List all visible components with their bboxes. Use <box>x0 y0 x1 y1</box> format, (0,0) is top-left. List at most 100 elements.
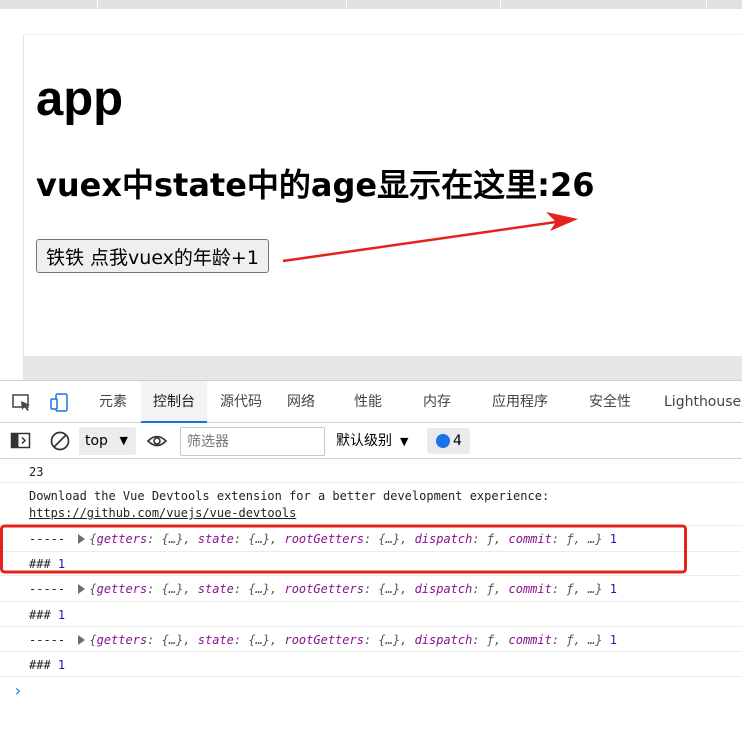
log-number: 1 <box>609 582 617 596</box>
chevron-down-icon: ▼ <box>119 434 128 447</box>
viewport-ruler <box>0 0 742 9</box>
log-prefix: ----- <box>29 582 66 596</box>
hash-log-entry: ### 1 <box>29 658 65 672</box>
console-output: 23 Download the Vue Devtools extension f… <box>0 459 742 734</box>
tab-console[interactable]: 控制台 <box>141 381 207 423</box>
expand-triangle-icon[interactable] <box>78 584 86 594</box>
obj-brace: …} <box>588 633 603 647</box>
log-prefix: ### <box>29 557 51 571</box>
devtools-tab-bar: 元素 控制台 源代码 网络 性能 内存 应用程序 安全性 Lighthouse <box>0 380 742 423</box>
message-count: 4 <box>453 433 462 449</box>
context-value: top <box>85 433 108 449</box>
log-number: 1 <box>609 532 617 546</box>
live-expression-eye-icon[interactable] <box>146 431 168 455</box>
message-bubble-icon <box>436 434 450 448</box>
console-toolbar: top ▼ 默认级别 ▼ 4 <box>0 423 742 459</box>
obj-key: dispatch <box>414 582 473 596</box>
context-select[interactable]: top ▼ <box>79 427 136 455</box>
log-number: 1 <box>57 557 66 571</box>
obj-key: state <box>197 582 234 596</box>
obj-value: ƒ <box>566 633 574 647</box>
tab-memory[interactable]: 内存 <box>416 381 458 423</box>
devtools-message: Download the Vue Devtools extension for … <box>29 489 550 503</box>
obj-value: {…} <box>161 532 184 546</box>
expand-triangle-icon[interactable] <box>78 534 86 544</box>
obj-value: ƒ <box>486 582 495 596</box>
obj-brace: { <box>89 633 97 647</box>
message-count-badge[interactable]: 4 <box>427 428 470 454</box>
obj-key: dispatch <box>414 532 473 546</box>
device-toolbar-icon[interactable] <box>49 393 71 413</box>
store-log-entry: ----- {getters: {…}, state: {…}, rootGet… <box>29 582 617 596</box>
console-row: ### 1 <box>0 652 742 677</box>
clear-console-icon[interactable] <box>49 430 71 456</box>
log-number: 1 <box>57 608 66 622</box>
obj-value: {…} <box>161 633 184 647</box>
tab-lighthouse[interactable]: Lighthouse <box>664 381 742 423</box>
log-number: 23 <box>29 465 44 479</box>
obj-brace: …} <box>588 582 603 596</box>
hash-log-entry: ### 1 <box>29 557 65 571</box>
obj-key: getters <box>96 582 148 596</box>
obj-key: state <box>197 532 234 546</box>
obj-value: ƒ <box>486 633 495 647</box>
obj-value: {…} <box>248 633 271 647</box>
console-prompt-chevron-icon[interactable]: › <box>13 681 23 700</box>
tab-security[interactable]: 安全性 <box>582 381 638 423</box>
tab-network[interactable]: 网络 <box>280 381 322 423</box>
tab-performance[interactable]: 性能 <box>347 381 389 423</box>
console-row: ### 1 <box>0 552 742 576</box>
obj-value: {…} <box>248 532 271 546</box>
log-prefix: ----- <box>29 532 66 546</box>
log-prefix: ### <box>29 658 51 672</box>
log-prefix: ----- <box>29 633 66 647</box>
expand-triangle-icon[interactable] <box>78 635 86 645</box>
obj-key: state <box>197 633 234 647</box>
ruler-tick <box>706 0 707 9</box>
devtools-link[interactable]: https://github.com/vuejs/vue-devtools <box>29 506 296 520</box>
console-row: ----- {getters: {…}, state: {…}, rootGet… <box>0 576 742 602</box>
ruler-tick <box>97 0 98 9</box>
chevron-down-icon: ▼ <box>400 435 409 448</box>
inspect-element-icon[interactable] <box>11 393 33 413</box>
console-row: ### 1 <box>0 602 742 627</box>
console-filter-input[interactable] <box>180 427 325 456</box>
obj-brace: { <box>89 582 97 596</box>
obj-key: commit <box>508 633 552 647</box>
store-object[interactable]: {getters: {…}, state: {…}, rootGetters: … <box>89 633 602 647</box>
toggle-sidebar-icon[interactable] <box>10 431 32 455</box>
age-value: 26 <box>549 166 595 204</box>
tab-sources[interactable]: 源代码 <box>212 381 270 423</box>
obj-key: commit <box>508 532 552 546</box>
increment-age-button[interactable]: 铁铁 点我vuex的年龄+1 <box>36 239 269 273</box>
tab-application[interactable]: 应用程序 <box>484 381 556 423</box>
obj-brace: { <box>89 532 97 546</box>
obj-key: getters <box>96 633 148 647</box>
ruler-tick <box>500 0 501 9</box>
obj-value: {…} <box>161 582 184 596</box>
hash-log-entry: ### 1 <box>29 608 65 622</box>
obj-key: commit <box>508 582 552 596</box>
log-level-value: 默认级别 <box>336 433 392 449</box>
tab-elements[interactable]: 元素 <box>88 381 138 423</box>
console-row: ----- {getters: {…}, state: {…}, rootGet… <box>0 526 742 552</box>
rendered-page: app vuex中state中的age显示在这里:26 铁铁 点我vuex的年龄… <box>23 34 742 356</box>
store-object[interactable]: {getters: {…}, state: {…}, rootGetters: … <box>89 532 602 546</box>
obj-key: dispatch <box>414 633 473 647</box>
obj-value: {…} <box>248 582 271 596</box>
obj-key: rootGetters <box>284 532 364 546</box>
obj-key: rootGetters <box>284 582 364 596</box>
ruler-tick <box>346 0 347 9</box>
obj-value: ƒ <box>486 532 495 546</box>
obj-key: rootGetters <box>284 633 364 647</box>
store-log-entry: ----- {getters: {…}, state: {…}, rootGet… <box>29 633 617 647</box>
console-row: Download the Vue Devtools extension for … <box>0 483 742 526</box>
obj-value: ƒ <box>566 532 574 546</box>
log-number: 1 <box>609 633 617 647</box>
age-label: vuex中state中的age显示在这里: <box>36 166 550 204</box>
store-object[interactable]: {getters: {…}, state: {…}, rootGetters: … <box>89 582 602 596</box>
obj-value: {…} <box>378 633 401 647</box>
obj-value: {…} <box>378 532 401 546</box>
log-level-select[interactable]: 默认级别 ▼ <box>336 427 408 455</box>
obj-key: getters <box>96 532 148 546</box>
